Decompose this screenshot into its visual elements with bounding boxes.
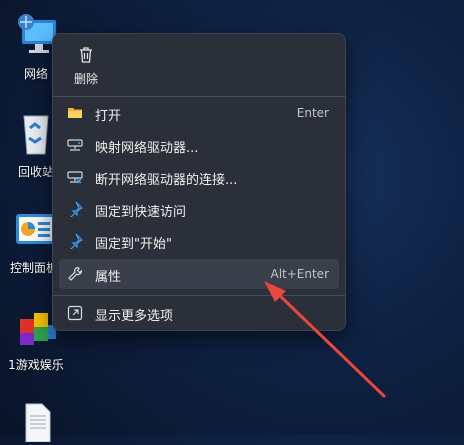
annotation-arrow — [264, 281, 386, 398]
